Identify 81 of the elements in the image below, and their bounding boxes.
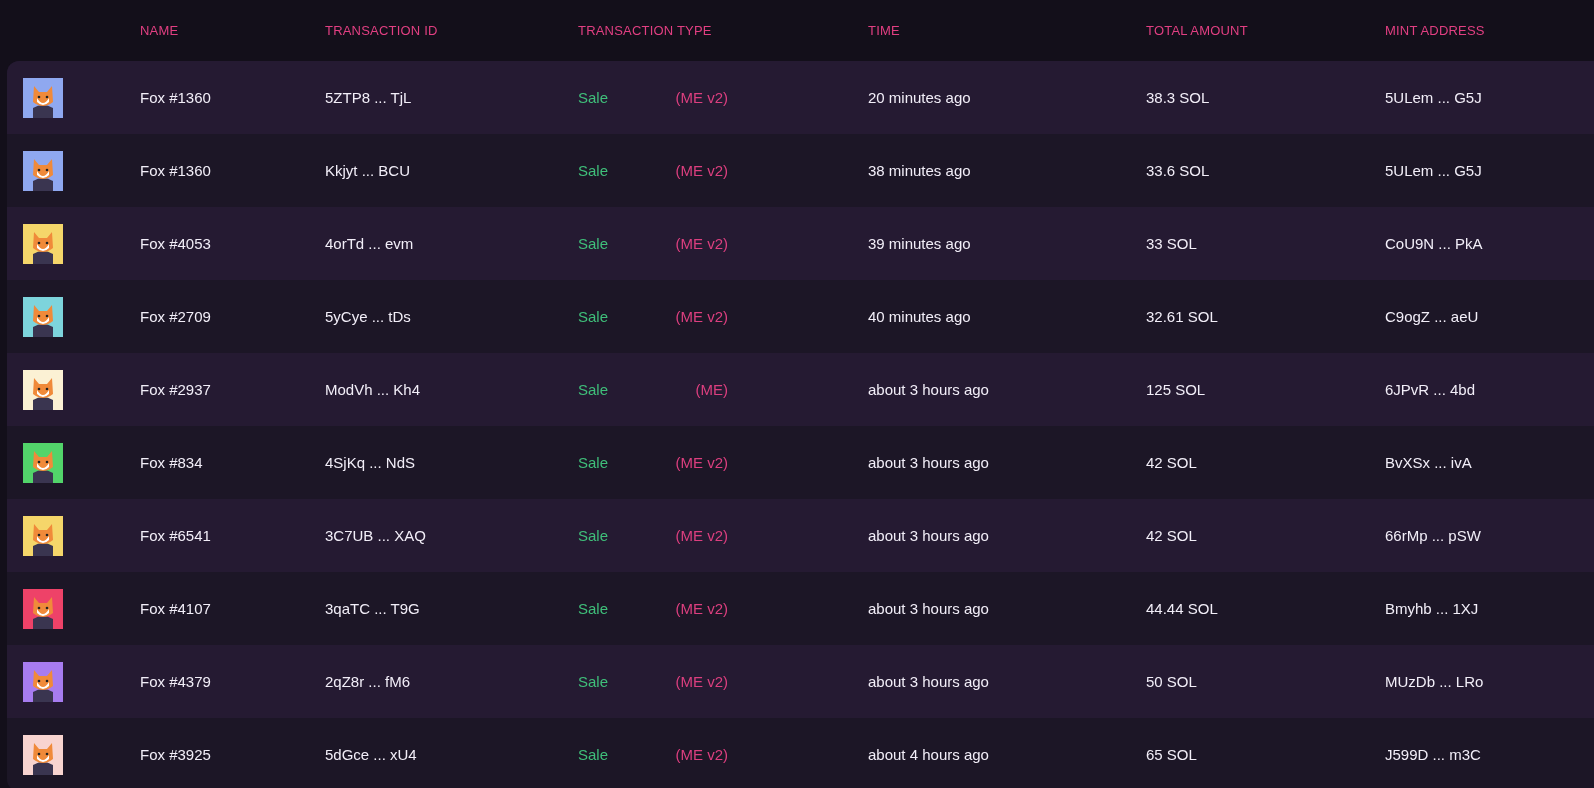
transaction-id: 3qaTC ... T9G <box>325 600 420 617</box>
fox-name[interactable]: Fox #3925 <box>140 746 211 763</box>
mint-address: 66rMp ... pSW <box>1385 527 1481 544</box>
marketplace-label: (ME v2) <box>675 89 728 106</box>
total-amount: 50 SOL <box>1146 673 1197 690</box>
total-amount: 44.44 SOL <box>1146 600 1218 617</box>
column-header[interactable]: TOTAL AMOUNT <box>1146 23 1248 38</box>
marketplace-label: (ME v2) <box>675 746 728 763</box>
mint-address: 6JPvR ... 4bd <box>1385 381 1476 398</box>
transaction-id: 2qZ8r ... fM6 <box>325 673 411 690</box>
total-amount: 42 SOL <box>1146 454 1197 471</box>
transaction-type: Sale <box>578 746 609 763</box>
transaction-type: Sale <box>578 308 609 325</box>
transaction-id: 5yCye ... tDs <box>325 308 411 325</box>
transaction-id: 4SjKq ... NdS <box>325 454 416 471</box>
mint-address: CoU9N ... PkA <box>1385 235 1483 252</box>
fox-name[interactable]: Fox #4053 <box>140 235 211 252</box>
time-ago: about 3 hours ago <box>868 600 989 617</box>
total-amount: 42 SOL <box>1146 527 1197 544</box>
time-ago: about 3 hours ago <box>868 381 989 398</box>
transaction-type: Sale <box>578 527 609 544</box>
mint-address: 5ULem ... G5J <box>1385 162 1482 179</box>
fox-name[interactable]: Fox #6541 <box>140 527 211 544</box>
time-ago: 40 minutes ago <box>868 308 971 325</box>
transaction-type: Sale <box>578 673 609 690</box>
total-amount: 33.6 SOL <box>1146 162 1210 179</box>
transaction-type: Sale <box>578 381 609 398</box>
transaction-type: Sale <box>578 162 609 179</box>
table-row[interactable]: Fox #4053 4orTd ... evm Sale (ME v2) 39 minutes ago 33 SOL CoU9N ... PkA <box>7 207 1594 280</box>
table-row[interactable]: Fox #1360 5ZTP8 ... TjL Sale (ME v2) 20 minutes ago 38.3 SOL 5ULem ... G5J <box>7 61 1594 134</box>
fox-name[interactable]: Fox #1360 <box>140 89 211 106</box>
marketplace-label: (ME v2) <box>675 673 728 690</box>
time-ago: about 4 hours ago <box>868 746 989 763</box>
marketplace-label: (ME v2) <box>675 162 728 179</box>
total-amount: 65 SOL <box>1146 746 1197 763</box>
transaction-type: Sale <box>578 600 609 617</box>
time-ago: about 3 hours ago <box>868 454 989 471</box>
column-header[interactable]: NAME <box>140 23 179 38</box>
transaction-type: Sale <box>578 235 609 252</box>
transaction-id: 3C7UB ... XAQ <box>325 527 426 544</box>
column-header[interactable]: MINT ADDRESS <box>1385 23 1485 38</box>
transaction-id: 5dGce ... xU4 <box>325 746 417 763</box>
column-header[interactable]: TRANSACTION ID <box>325 23 438 38</box>
table-row[interactable]: Fox #6541 3C7UB ... XAQ Sale (ME v2) about 3 hours ago 42 SOL 66rMp ... pSW <box>7 499 1594 572</box>
total-amount: 38.3 SOL <box>1146 89 1210 106</box>
fox-name[interactable]: Fox #1360 <box>140 162 211 179</box>
table-row[interactable]: Fox #4379 2qZ8r ... fM6 Sale (ME v2) about 3 hours ago 50 SOL MUzDb ... LRo <box>7 645 1594 718</box>
marketplace-label: (ME v2) <box>675 308 728 325</box>
transaction-type: Sale <box>578 454 609 471</box>
table-row[interactable]: Fox #2937 ModVh ... Kh4 Sale (ME) about 3 hours ago 125 SOL 6JPvR ... 4bd <box>7 353 1594 426</box>
transaction-id: 5ZTP8 ... TjL <box>325 89 412 106</box>
total-amount: 33 SOL <box>1146 235 1197 252</box>
fox-name[interactable]: Fox #4107 <box>140 600 211 617</box>
fox-name[interactable]: Fox #2709 <box>140 308 211 325</box>
time-ago: 20 minutes ago <box>868 89 971 106</box>
time-ago: 39 minutes ago <box>868 235 971 252</box>
transaction-type: Sale <box>578 89 609 106</box>
transaction-id: Kkjyt ... BCU <box>325 162 410 179</box>
time-ago: about 3 hours ago <box>868 527 989 544</box>
fox-name[interactable]: Fox #4379 <box>140 673 211 690</box>
column-header[interactable]: TRANSACTION TYPE <box>578 23 712 38</box>
mint-address: MUzDb ... LRo <box>1385 673 1484 690</box>
mint-address: Bmyhb ... 1XJ <box>1385 600 1479 617</box>
fox-name[interactable]: Fox #834 <box>140 454 203 471</box>
mint-address: BvXSx ... ivA <box>1385 454 1472 471</box>
mint-address: 5ULem ... G5J <box>1385 89 1482 106</box>
marketplace-label: (ME v2) <box>675 600 728 617</box>
mint-address: C9ogZ ... aeU <box>1385 308 1479 325</box>
time-ago: about 3 hours ago <box>868 673 989 690</box>
total-amount: 125 SOL <box>1146 381 1206 398</box>
marketplace-label: (ME v2) <box>675 235 728 252</box>
transaction-id: 4orTd ... evm <box>325 235 414 252</box>
marketplace-label: (ME v2) <box>675 454 728 471</box>
total-amount: 32.61 SOL <box>1146 308 1218 325</box>
mint-address: J599D ... m3C <box>1385 746 1481 763</box>
column-header[interactable]: TIME <box>868 23 900 38</box>
marketplace-label: (ME v2) <box>675 527 728 544</box>
marketplace-label: (ME) <box>695 381 728 398</box>
time-ago: 38 minutes ago <box>868 162 971 179</box>
transaction-id: ModVh ... Kh4 <box>325 381 421 398</box>
fox-name[interactable]: Fox #2937 <box>140 381 211 398</box>
